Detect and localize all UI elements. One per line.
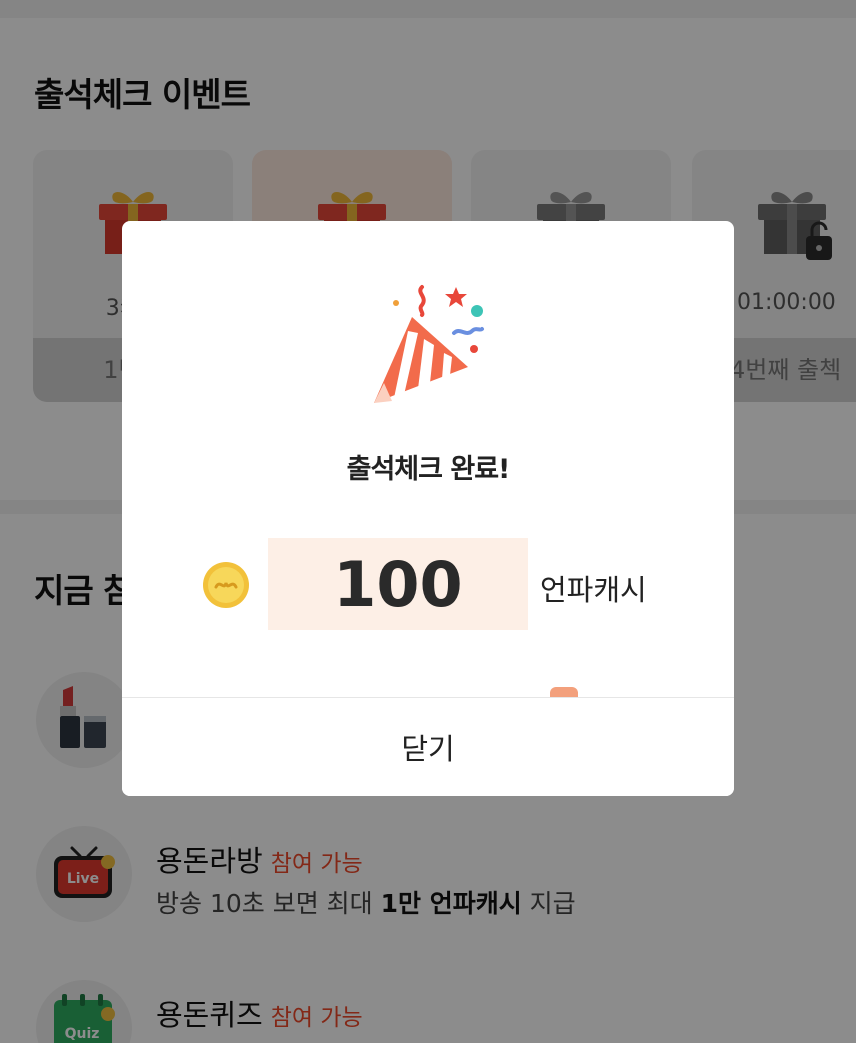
party-popper-icon <box>374 285 484 403</box>
reward-amount: 100 <box>333 548 463 621</box>
reward-unit: 언파캐시 <box>540 573 647 607</box>
coin-icon <box>203 562 249 608</box>
close-button[interactable]: 닫기 <box>122 698 734 796</box>
reward-amount-box: 100 <box>268 538 528 630</box>
attendance-complete-modal: 출석체크 완료! 100 언파캐시 닫기 <box>122 221 734 796</box>
modal-title: 출석체크 완료! <box>346 454 511 485</box>
